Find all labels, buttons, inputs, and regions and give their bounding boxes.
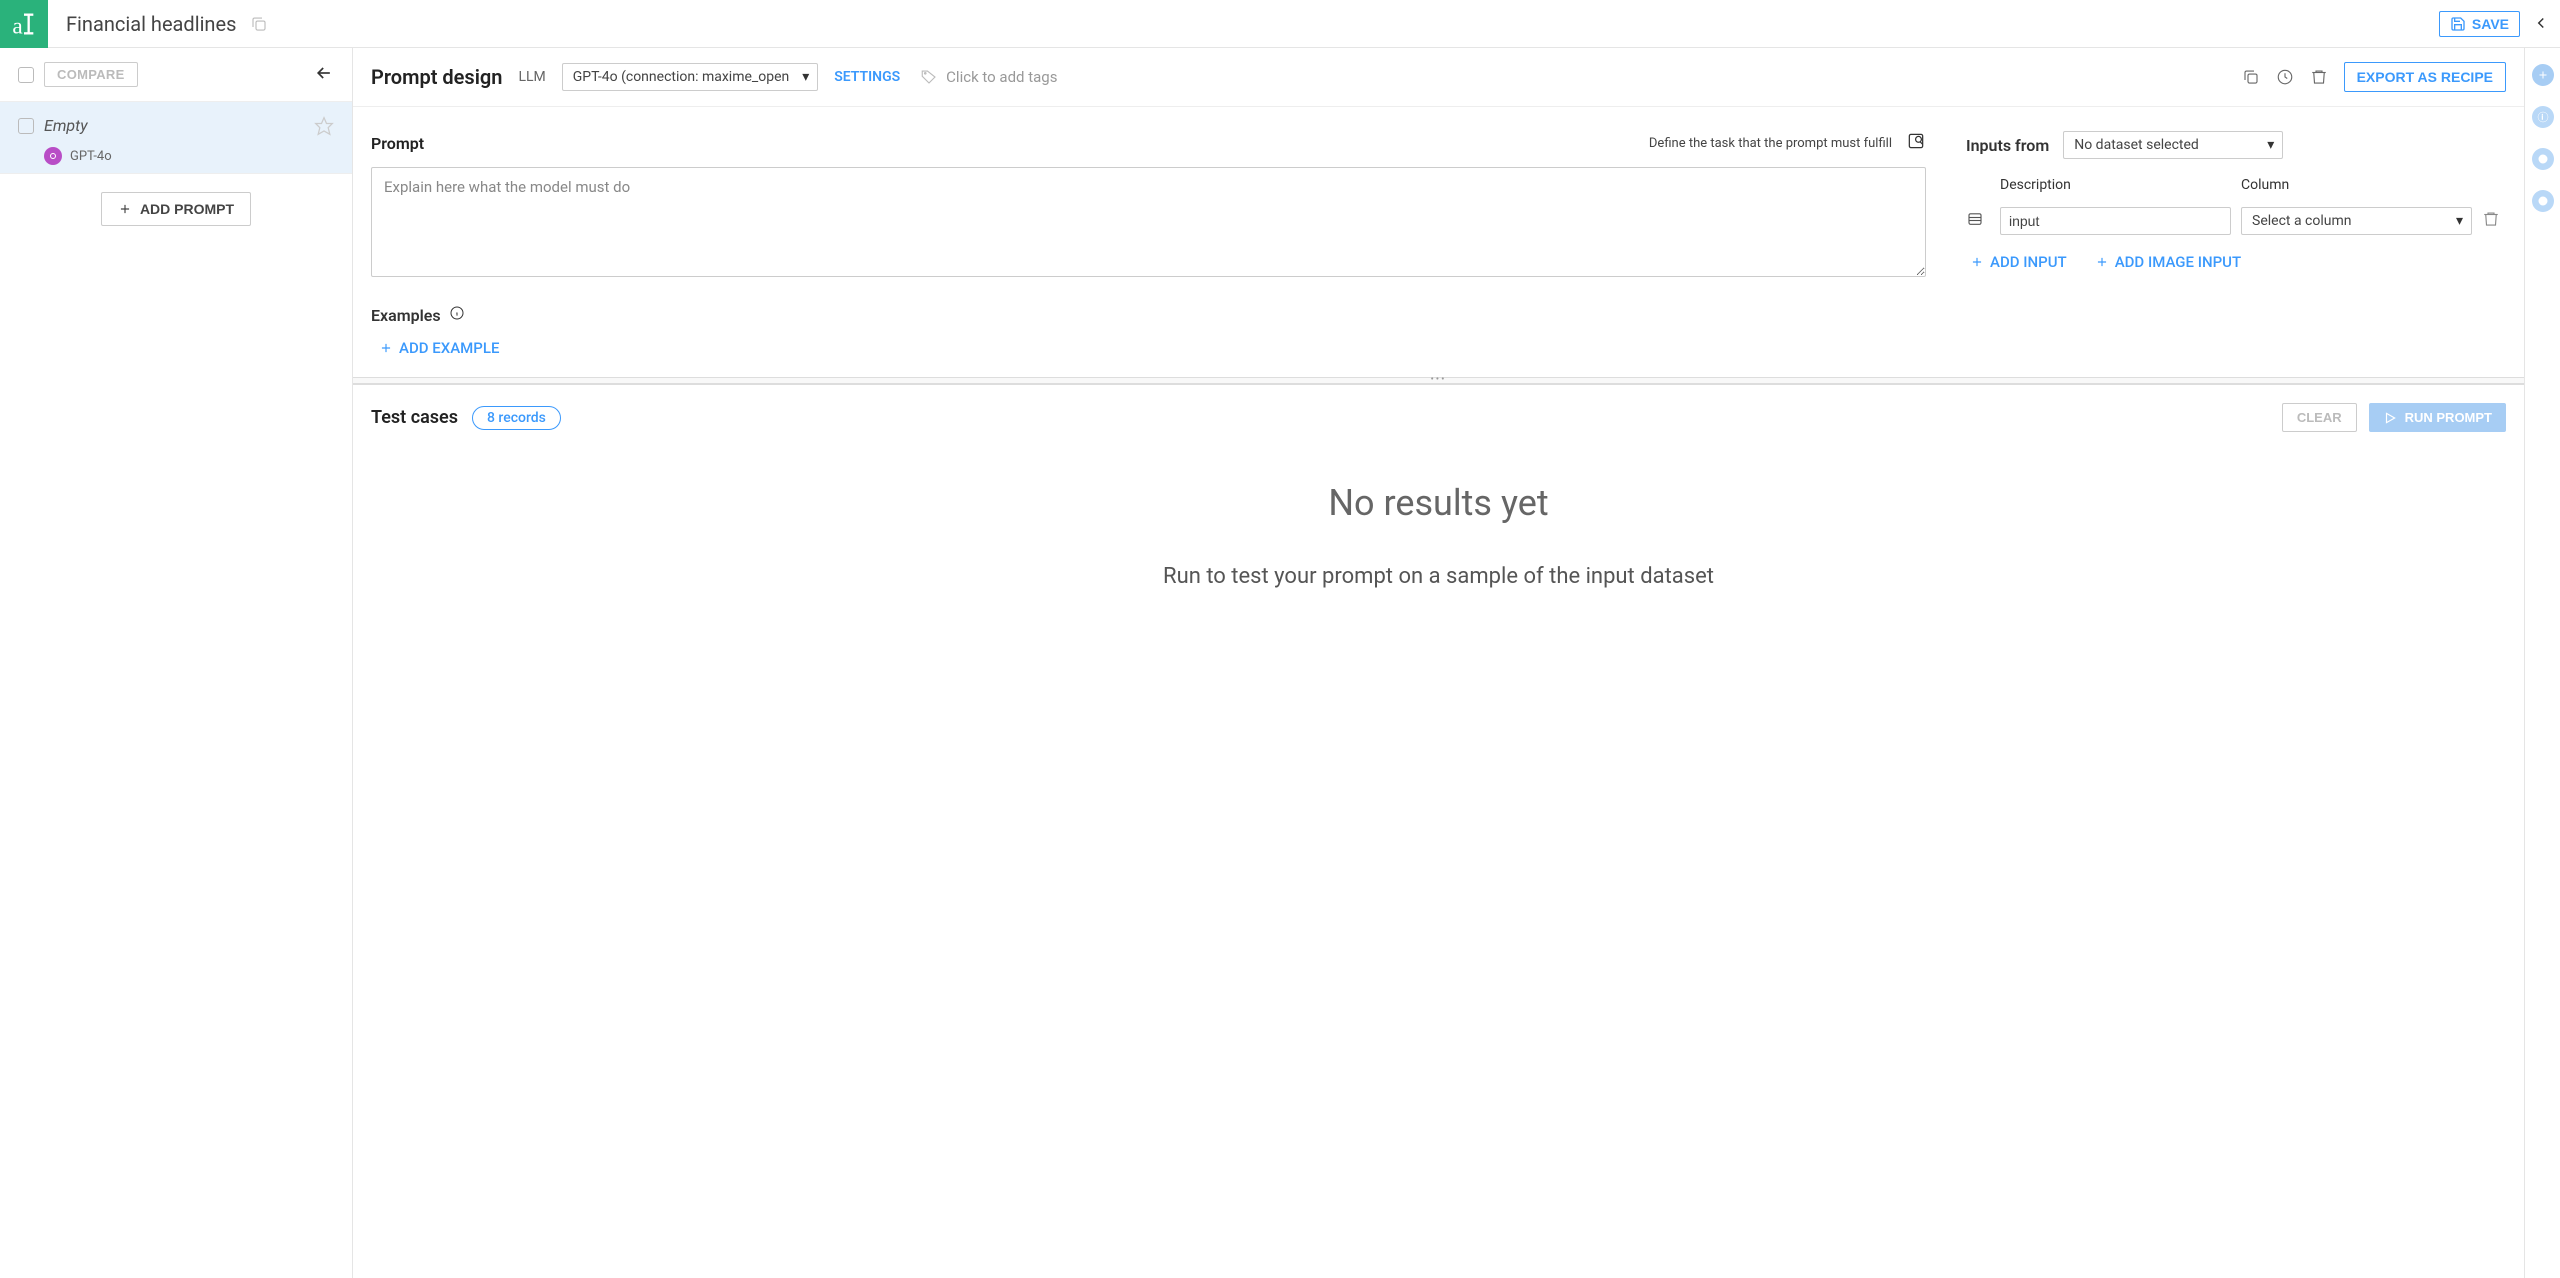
empty-state: No results yet Run to test your prompt o… — [371, 432, 2506, 589]
rail-info-button[interactable]: i — [2532, 106, 2554, 128]
inputs-from-label: Inputs from — [1966, 136, 2049, 155]
back-icon[interactable] — [314, 63, 334, 87]
add-input-button[interactable]: ADD INPUT — [1970, 253, 2067, 271]
records-pill[interactable]: 8 records — [472, 406, 561, 430]
app-header: a Financial headlines SAVE — [0, 0, 2560, 48]
add-example-button[interactable]: ADD EXAMPLE — [379, 339, 499, 357]
empty-subtitle: Run to test your prompt on a sample of t… — [371, 564, 2506, 589]
star-icon[interactable] — [314, 116, 334, 140]
compare-button[interactable]: COMPARE — [44, 62, 138, 87]
history-icon[interactable] — [2276, 68, 2294, 86]
llm-label: LLM — [518, 69, 545, 85]
prompt-item-title: Empty — [44, 116, 304, 135]
prompt-list-item[interactable]: Empty GPT-4o — [0, 102, 352, 174]
page-title: Financial headlines — [66, 12, 236, 36]
prompt-hint: Define the task that the prompt must ful… — [1649, 136, 1892, 151]
info-icon[interactable] — [449, 305, 465, 325]
clear-button[interactable]: CLEAR — [2282, 403, 2357, 432]
svg-text:i: i — [2541, 114, 2543, 122]
svg-text:a: a — [12, 13, 23, 38]
add-prompt-button[interactable]: ADD PROMPT — [101, 192, 251, 226]
testcases-title: Test cases — [371, 407, 458, 428]
rail-chat-button[interactable] — [2532, 148, 2554, 170]
rail-add-button[interactable] — [2532, 64, 2554, 86]
splitter-handle-icon: ••• — [1430, 374, 1446, 385]
select-all-checkbox[interactable] — [18, 67, 34, 83]
examples-label: Examples — [371, 306, 441, 325]
inputs-col-column: Column — [2241, 177, 2472, 193]
export-recipe-button[interactable]: EXPORT AS RECIPE — [2344, 62, 2506, 92]
inputs-dataset-select[interactable]: No dataset selected — [2063, 131, 2283, 159]
openai-icon — [44, 147, 62, 165]
prompt-item-model: GPT-4o — [70, 149, 112, 164]
collapse-rail-icon[interactable] — [2532, 14, 2550, 36]
sidebar-toolbar: COMPARE — [0, 48, 352, 102]
settings-link[interactable]: SETTINGS — [834, 69, 900, 85]
run-prompt-button[interactable]: RUN PROMPT — [2369, 403, 2506, 432]
empty-title: No results yet — [371, 482, 2506, 524]
main-panel: Prompt design LLM GPT-4o (connection: ma… — [353, 48, 2524, 1278]
llm-select[interactable]: GPT-4o (connection: maxime_open — [562, 63, 818, 91]
prompt-list-sidebar: COMPARE Empty GPT-4o — [0, 48, 353, 1278]
design-header: Prompt design LLM GPT-4o (connection: ma… — [353, 48, 2524, 107]
prompt-expand-icon[interactable] — [1906, 131, 1926, 155]
splitter[interactable]: ••• — [353, 377, 2524, 385]
design-title: Prompt design — [371, 65, 502, 89]
delete-icon[interactable] — [2310, 68, 2328, 86]
input-delete-icon[interactable] — [2482, 210, 2506, 232]
app-logo[interactable]: a — [0, 0, 48, 48]
right-rail: i — [2524, 48, 2560, 1278]
add-image-input-button[interactable]: ADD IMAGE INPUT — [2095, 253, 2241, 271]
save-button[interactable]: SAVE — [2439, 11, 2520, 37]
input-column-select[interactable]: Select a column — [2241, 207, 2472, 235]
prompt-textarea[interactable] — [371, 167, 1926, 277]
inputs-col-description: Description — [2000, 177, 2231, 193]
duplicate-icon[interactable] — [2242, 68, 2260, 86]
copy-icon[interactable] — [250, 15, 268, 33]
input-row-icon — [1966, 210, 1990, 232]
prompt-checkbox[interactable] — [18, 118, 34, 134]
prompt-label: Prompt — [371, 134, 424, 153]
tags-input[interactable]: Click to add tags — [920, 68, 1057, 86]
rail-history-button[interactable] — [2532, 190, 2554, 212]
input-description-field[interactable] — [2000, 207, 2231, 235]
